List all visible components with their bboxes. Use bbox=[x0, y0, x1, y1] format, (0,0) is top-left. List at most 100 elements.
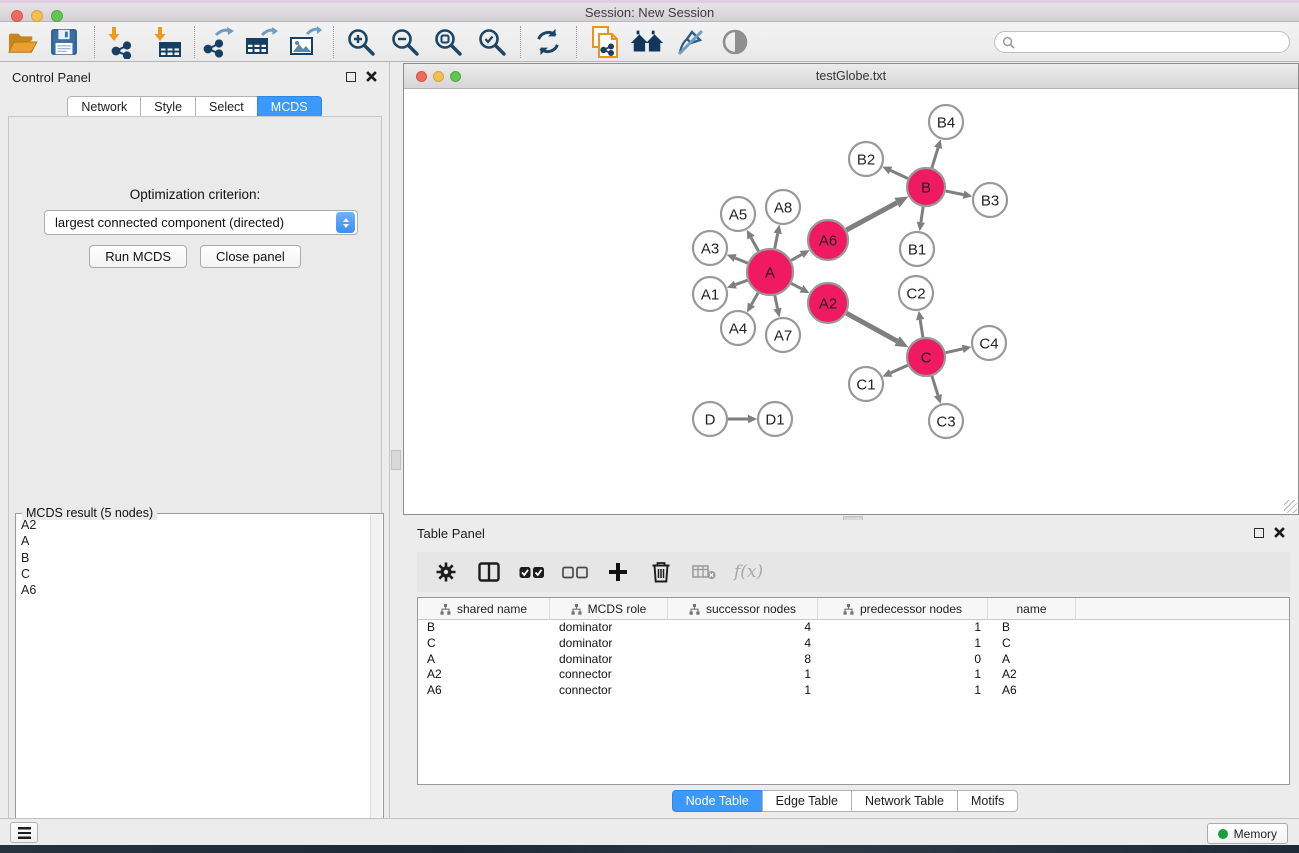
import-network-icon[interactable] bbox=[100, 24, 140, 60]
table-row[interactable]: Bdominator41B bbox=[418, 620, 1289, 636]
table-tab-motifs[interactable]: Motifs bbox=[957, 790, 1018, 812]
delete-table-icon[interactable] bbox=[691, 559, 717, 585]
table-cell[interactable]: A bbox=[418, 652, 550, 668]
edge-B-B3[interactable] bbox=[946, 191, 964, 195]
edge-A-A8[interactable] bbox=[775, 233, 778, 248]
edge-C-C1[interactable] bbox=[891, 365, 908, 373]
vertical-splitter-grip[interactable] bbox=[391, 450, 401, 470]
show-graphics-details-icon[interactable] bbox=[715, 24, 755, 60]
home-icon[interactable] bbox=[627, 24, 667, 60]
memory-button[interactable]: Memory bbox=[1207, 823, 1288, 844]
result-node-item[interactable]: A6 bbox=[17, 582, 370, 598]
edge-A6-B[interactable] bbox=[846, 203, 897, 230]
tab-mcds[interactable]: MCDS bbox=[257, 96, 322, 118]
table-cell[interactable]: dominator bbox=[550, 636, 668, 652]
close-table-panel-icon[interactable] bbox=[1274, 527, 1285, 538]
refresh-layout-icon[interactable] bbox=[528, 24, 568, 60]
float-table-panel-icon[interactable] bbox=[1254, 528, 1264, 538]
table-row[interactable]: Adominator80A bbox=[418, 652, 1289, 668]
table-row[interactable]: A6connector11A6 bbox=[418, 683, 1289, 699]
table-cell[interactable]: 1 bbox=[818, 620, 988, 636]
table-tab-edge-table[interactable]: Edge Table bbox=[762, 790, 852, 812]
open-session-icon[interactable] bbox=[2, 24, 42, 60]
tab-style[interactable]: Style bbox=[140, 96, 196, 118]
search-field[interactable] bbox=[994, 31, 1290, 53]
hide-annotations-icon[interactable] bbox=[670, 24, 710, 60]
table-cell[interactable]: A6 bbox=[988, 683, 1076, 699]
table-cell[interactable]: 4 bbox=[668, 636, 818, 652]
edge-B-B2[interactable] bbox=[890, 170, 907, 178]
float-panel-icon[interactable] bbox=[346, 72, 356, 82]
run-mcds-button[interactable]: Run MCDS bbox=[89, 245, 187, 268]
close-panel-button[interactable]: Close panel bbox=[200, 245, 301, 268]
zoom-in-icon[interactable] bbox=[341, 24, 381, 60]
close-panel-icon[interactable] bbox=[366, 71, 377, 82]
table-cell[interactable]: 8 bbox=[668, 652, 818, 668]
table-cell[interactable]: C bbox=[988, 636, 1076, 652]
table-cell[interactable]: 1 bbox=[818, 683, 988, 699]
export-network-icon[interactable] bbox=[198, 24, 238, 60]
zoom-out-icon[interactable] bbox=[385, 24, 425, 60]
node-table[interactable]: shared nameMCDS rolesuccessor nodesprede… bbox=[417, 597, 1290, 785]
tab-network[interactable]: Network bbox=[67, 96, 141, 118]
search-input[interactable] bbox=[1020, 33, 1289, 51]
edge-B-B1[interactable] bbox=[921, 207, 923, 222]
save-session-icon[interactable] bbox=[44, 24, 84, 60]
edge-C-C4[interactable] bbox=[946, 349, 963, 353]
split-view-icon[interactable] bbox=[476, 559, 502, 585]
table-tab-network-table[interactable]: Network Table bbox=[851, 790, 958, 812]
table-cell[interactable]: 1 bbox=[668, 667, 818, 683]
table-row[interactable]: A2connector11A2 bbox=[418, 667, 1289, 683]
table-cell[interactable]: connector bbox=[550, 683, 668, 699]
delete-column-icon[interactable] bbox=[648, 559, 674, 585]
export-table-icon[interactable] bbox=[241, 24, 281, 60]
result-node-item[interactable]: B bbox=[17, 550, 370, 566]
edge-A-A2[interactable] bbox=[791, 283, 801, 289]
task-history-button[interactable] bbox=[10, 822, 38, 843]
table-cell[interactable]: A2 bbox=[418, 667, 550, 683]
edge-A2-C[interactable] bbox=[846, 313, 897, 341]
column-header-shared-name[interactable]: shared name bbox=[418, 598, 550, 620]
column-header-MCDS-role[interactable]: MCDS role bbox=[550, 598, 668, 620]
table-cell[interactable]: 1 bbox=[818, 667, 988, 683]
table-cell[interactable]: 1 bbox=[668, 683, 818, 699]
gear-icon[interactable] bbox=[433, 559, 459, 585]
column-header-predecessor-nodes[interactable]: predecessor nodes bbox=[818, 598, 988, 620]
column-header-name[interactable]: name bbox=[988, 598, 1076, 620]
result-node-item[interactable]: A2 bbox=[17, 517, 370, 533]
edge-C-C3[interactable] bbox=[932, 376, 938, 395]
import-table-icon[interactable] bbox=[146, 24, 186, 60]
table-cell[interactable]: A6 bbox=[418, 683, 550, 699]
add-column-icon[interactable] bbox=[605, 559, 631, 585]
table-cell[interactable]: dominator bbox=[550, 652, 668, 668]
select-all-icon[interactable] bbox=[519, 559, 545, 585]
network-graph[interactable]: B4B2BB3B1A5A8A6A3AA1C2A4A7A2C4CC1C3DD1 bbox=[404, 90, 1298, 514]
network-canvas[interactable]: B4B2BB3B1A5A8A6A3AA1C2A4A7A2C4CC1C3DD1 bbox=[404, 90, 1298, 514]
network-window-titlebar[interactable]: testGlobe.txt bbox=[404, 64, 1298, 89]
zoom-fit-icon[interactable] bbox=[428, 24, 468, 60]
export-image-icon[interactable] bbox=[285, 24, 325, 60]
table-cell[interactable]: dominator bbox=[550, 620, 668, 636]
edge-A-A7[interactable] bbox=[775, 296, 778, 309]
table-tab-node-table[interactable]: Node Table bbox=[672, 790, 763, 812]
function-builder-icon[interactable]: f(x) bbox=[734, 559, 763, 585]
table-cell[interactable]: A bbox=[988, 652, 1076, 668]
table-row[interactable]: Cdominator41C bbox=[418, 636, 1289, 652]
column-header-successor-nodes[interactable]: successor nodes bbox=[668, 598, 818, 620]
edge-A-A1[interactable] bbox=[735, 280, 747, 284]
table-cell[interactable]: 4 bbox=[668, 620, 818, 636]
table-cell[interactable]: B bbox=[988, 620, 1076, 636]
table-cell[interactable]: connector bbox=[550, 667, 668, 683]
table-cell[interactable]: C bbox=[418, 636, 550, 652]
table-cell[interactable]: A2 bbox=[988, 667, 1076, 683]
edge-A-A3[interactable] bbox=[735, 258, 748, 263]
edge-A-A4[interactable] bbox=[751, 293, 758, 305]
edge-A-A5[interactable] bbox=[751, 238, 758, 251]
mcds-result-list[interactable]: A2ABCA6 bbox=[17, 517, 370, 851]
result-node-item[interactable]: A bbox=[17, 533, 370, 549]
edge-B-B4[interactable] bbox=[932, 148, 938, 168]
criterion-dropdown[interactable]: largest connected component (directed) bbox=[44, 210, 358, 235]
tab-select[interactable]: Select bbox=[195, 96, 258, 118]
table-cell[interactable]: 0 bbox=[818, 652, 988, 668]
result-scrollbar[interactable] bbox=[370, 515, 382, 851]
